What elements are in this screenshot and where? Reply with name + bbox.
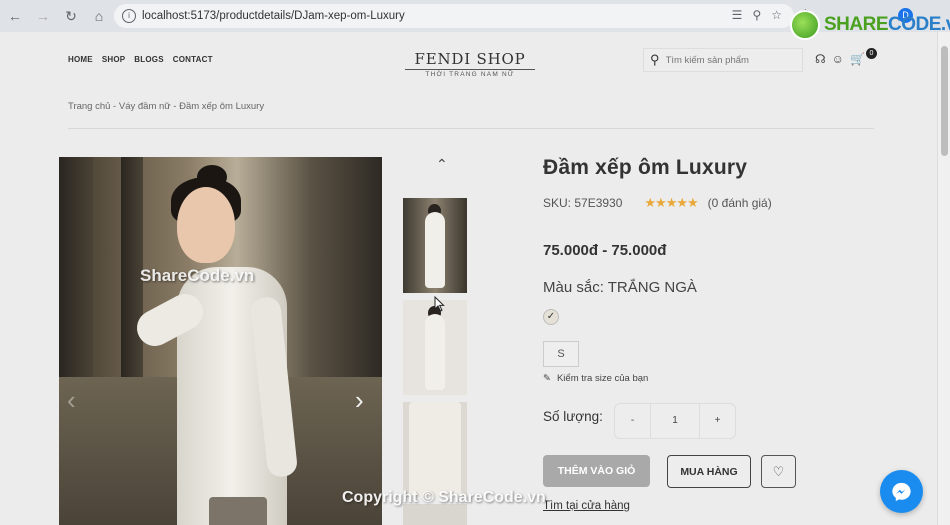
user-icon[interactable]: ☺ — [832, 52, 844, 66]
thumbnail-up-icon[interactable]: ⌃ — [436, 156, 448, 173]
forward-icon[interactable]: → — [30, 3, 56, 29]
nav-blogs[interactable]: BLOGS — [134, 55, 163, 64]
ruler-icon: ✎ — [543, 373, 551, 384]
product-title: Đầm xếp ôm Luxury — [543, 156, 748, 179]
color-label: Màu sắc: TRẮNG NGÀ — [543, 279, 697, 296]
add-to-cart-button[interactable]: THÊM VÀO GIỎ — [543, 455, 650, 487]
cart-count-badge: 0 — [866, 48, 877, 59]
nav-home[interactable]: HOME — [68, 55, 93, 64]
search-input[interactable] — [665, 54, 786, 66]
search-icon[interactable]: ⚲ — [650, 52, 660, 68]
header-icons: ☊ ☺ 🛒 — [815, 52, 865, 66]
thumbnail-3[interactable] — [403, 402, 467, 497]
main-nav: HOME SHOP BLOGS CONTACT — [68, 55, 213, 64]
product-price: 75.000đ - 75.000đ — [543, 242, 667, 259]
nav-shop[interactable]: SHOP — [102, 55, 125, 64]
wishlist-heart-icon[interactable]: ♡ — [761, 455, 796, 488]
copyright-watermark: Copyright © ShareCode.vn — [342, 489, 546, 506]
messenger-chat-button[interactable] — [880, 470, 923, 513]
thumbnail-1[interactable] — [403, 198, 467, 293]
rating-stars: ★★★★★ — [644, 195, 698, 210]
zoom-icon[interactable]: ⚲ — [752, 8, 761, 22]
bookmark-star-icon[interactable]: ☆ — [771, 8, 782, 22]
home-icon[interactable]: ⌂ — [86, 3, 112, 29]
divider — [68, 128, 874, 129]
url-text[interactable]: localhost:5173/productdetails/DJam-xep-o… — [142, 10, 405, 22]
review-count[interactable]: (0 đánh giá) — [708, 196, 772, 210]
address-bar[interactable]: i localhost:5173/productdetails/DJam-xep… — [114, 4, 794, 28]
site-info-icon[interactable]: i — [122, 9, 136, 23]
product-main-image[interactable]: ‹ › — [59, 157, 382, 525]
messenger-icon — [892, 482, 911, 502]
sharecode-logo: SHARECODE.vn — [790, 10, 950, 40]
brand-logo[interactable]: FENDI SHOP THỜI TRANG NAM NỮ — [405, 50, 535, 78]
web-page: HOME SHOP BLOGS CONTACT FENDI SHOP THỜI … — [0, 32, 937, 525]
product-sku: SKU: 57E3930 — [543, 196, 623, 210]
breadcrumb[interactable]: Trang chủ - Váy đầm nữ - Đầm xếp ôm Luxu… — [68, 101, 264, 112]
nav-contact[interactable]: CONTACT — [173, 55, 213, 64]
sku-row: SKU: 57E3930 ★★★★★ (0 đánh giá) — [543, 195, 772, 211]
search-box: ⚲ — [643, 48, 803, 72]
logo-share-text: SHARE — [824, 14, 889, 35]
size-check-label: Kiểm tra size của bạn — [556, 373, 649, 384]
thumbnail-4[interactable] — [403, 504, 467, 525]
next-image-icon[interactable]: › — [355, 385, 364, 416]
quantity-stepper: - 1 + — [614, 403, 736, 439]
sharecode-ball-icon — [790, 10, 820, 40]
quantity-label: Số lượng: — [543, 409, 603, 424]
buy-now-button[interactable]: MUA HÀNG — [667, 455, 751, 488]
image-watermark: ShareCode.vn — [140, 266, 255, 285]
quantity-decrease-button[interactable]: - — [615, 404, 651, 438]
thumbnail-list — [403, 198, 468, 525]
reload-icon[interactable]: ↻ — [58, 3, 84, 29]
logo-code-text: CODE.vn — [888, 14, 950, 35]
scrollbar-thumb[interactable] — [941, 46, 948, 156]
quantity-input[interactable]: 1 — [651, 404, 699, 438]
quantity-increase-button[interactable]: + — [699, 404, 735, 438]
color-swatch-selected[interactable]: ✓ — [543, 309, 559, 325]
translate-icon[interactable]: ☰ — [732, 8, 743, 22]
back-icon[interactable]: ← — [2, 3, 28, 29]
brand-name: FENDI SHOP — [414, 50, 526, 68]
mouse-cursor-icon — [434, 295, 445, 317]
brand-tagline: THỜI TRANG NAM NỮ — [405, 69, 535, 78]
size-check-link[interactable]: ✎ Kiểm tra size của bạn — [543, 373, 648, 384]
size-option[interactable]: S — [543, 341, 579, 367]
headphones-icon[interactable]: ☊ — [815, 52, 826, 66]
find-in-store-link[interactable]: Tìm tại cửa hàng — [543, 500, 630, 512]
cart-icon[interactable]: 🛒 — [850, 52, 865, 66]
prev-image-icon[interactable]: ‹ — [67, 385, 76, 416]
page-scrollbar[interactable] — [937, 32, 950, 525]
